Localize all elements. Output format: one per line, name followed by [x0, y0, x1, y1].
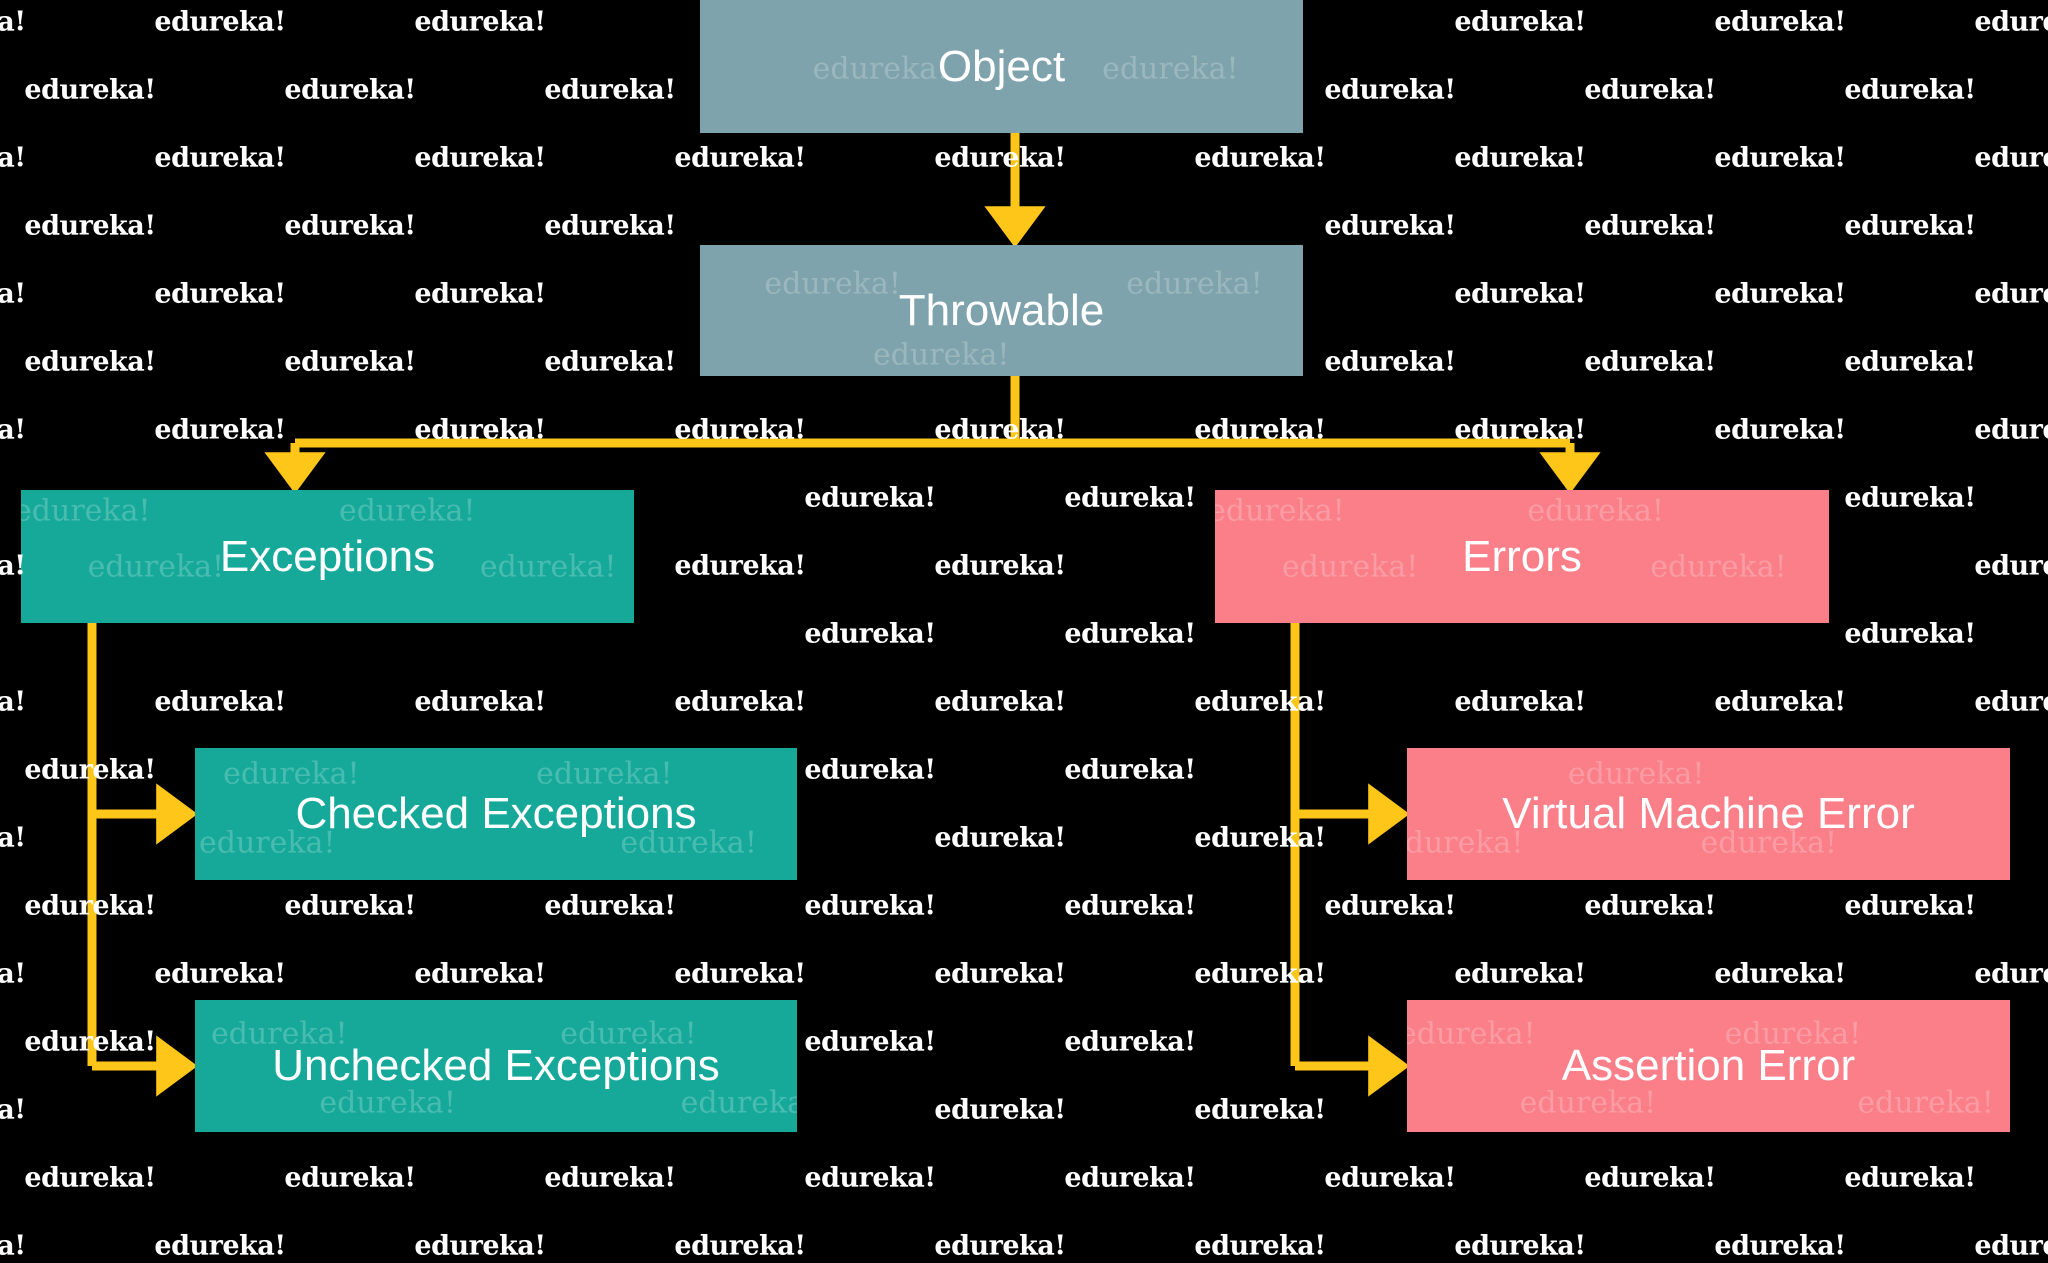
node-virtual-machine-error[interactable]: edureka! edureka! edureka! Virtual Machi…: [1407, 748, 2010, 880]
node-checked-exceptions[interactable]: edureka! edureka! edureka! edureka! Chec…: [195, 748, 797, 880]
node-assertion-error-label: Assertion Error: [1561, 1041, 1856, 1090]
node-unchecked-exceptions[interactable]: edureka! edureka! edureka! edureka! Unch…: [195, 1000, 797, 1132]
diagram-canvas: edureka!edureka!edureka!edureka!edureka!…: [0, 0, 2048, 1263]
node-throwable-label: Throwable: [898, 285, 1105, 335]
node-unchecked-exceptions-label: Unchecked Exceptions: [272, 1041, 720, 1090]
node-exceptions-label: Exceptions: [219, 531, 436, 581]
node-object[interactable]: edureka! edureka! Object: [700, 0, 1303, 133]
node-virtual-machine-error-label: Virtual Machine Error: [1502, 789, 1915, 838]
node-errors-label: Errors: [1462, 531, 1582, 581]
node-assertion-error[interactable]: edureka! edureka! edureka! edureka! Asse…: [1407, 1000, 2010, 1132]
node-exceptions[interactable]: edureka! edureka! edureka! edureka! Exce…: [21, 490, 634, 623]
node-object-label: Object: [937, 41, 1066, 91]
node-errors[interactable]: edureka! edureka! edureka! edureka! Erro…: [1215, 490, 1829, 623]
node-checked-exceptions-label: Checked Exceptions: [295, 789, 697, 838]
node-throwable[interactable]: edureka! edureka! edureka! Throwable: [700, 245, 1303, 376]
